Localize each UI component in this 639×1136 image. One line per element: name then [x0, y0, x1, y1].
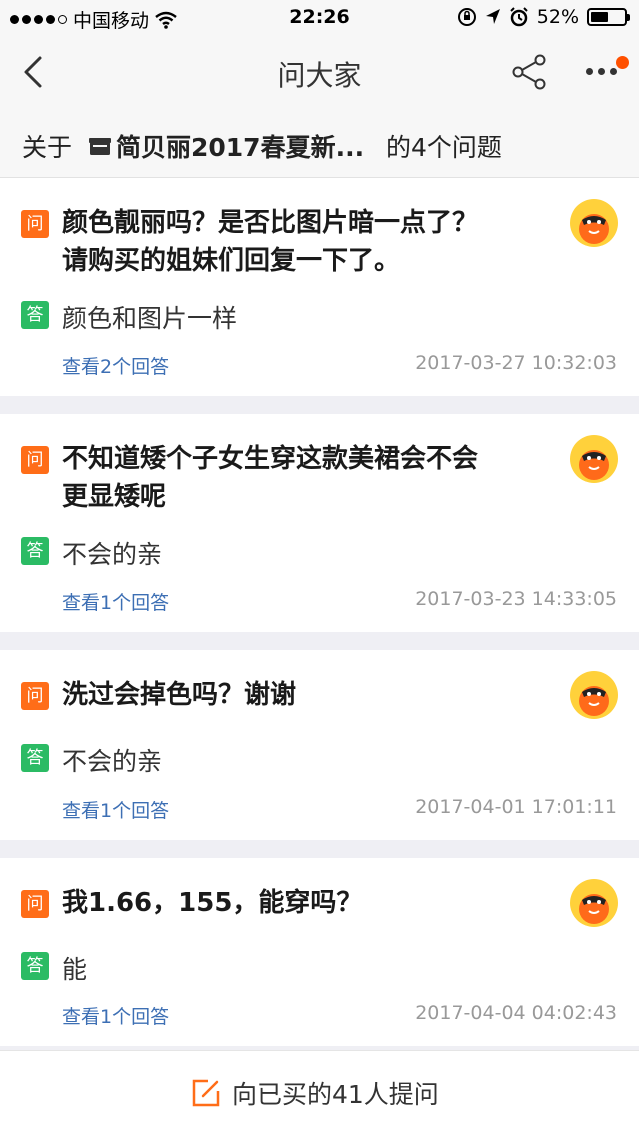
battery-icon	[587, 8, 630, 26]
question-count: 的4个问题	[386, 133, 502, 162]
nav-bar: 问大家	[0, 36, 639, 108]
question-text[interactable]: 我1.66，155，能穿吗？	[62, 884, 502, 922]
store-icon	[89, 138, 111, 155]
answer-text: 不会的亲	[62, 540, 163, 569]
bottom-bar: 向已买的41人提问	[0, 1050, 639, 1136]
view-answers-link[interactable]: 查看1个回答	[62, 1002, 169, 1029]
about-prefix: 关于	[22, 133, 73, 162]
question-card[interactable]: 问 我1.66，155，能穿吗？ 答 能 查看1个回答 2017-04-04 0…	[0, 858, 639, 1046]
rotation-lock-icon	[457, 8, 476, 26]
answer-tag: 答	[21, 744, 49, 772]
question-tag: 问	[21, 210, 49, 238]
question-date: 2017-04-01 17:01:11	[415, 796, 617, 818]
ask-question-button[interactable]: 向已买的41人提问	[190, 1075, 439, 1111]
question-date: 2017-03-27 10:32:03	[415, 352, 617, 374]
avatar-icon	[570, 435, 618, 483]
ask-label: 向已买的41人提问	[232, 1080, 439, 1109]
question-tag: 问	[21, 446, 49, 474]
answer-tag: 答	[21, 301, 49, 329]
alarm-icon	[510, 7, 528, 27]
answer-tag: 答	[21, 537, 49, 565]
avatar-icon	[570, 879, 618, 927]
more-icon	[586, 68, 617, 75]
edit-icon	[192, 1079, 220, 1107]
question-tag: 问	[21, 890, 49, 918]
view-answers-link[interactable]: 查看2个回答	[62, 352, 169, 379]
avatar-icon	[570, 671, 618, 719]
about-bar: 关于 简贝丽2017春夏新... 的4个问题	[0, 108, 639, 178]
battery-percent: 52%	[536, 6, 579, 28]
view-answers-link[interactable]: 查看1个回答	[62, 588, 169, 615]
location-icon	[485, 9, 500, 24]
question-text[interactable]: 洗过会掉色吗？谢谢	[62, 676, 502, 714]
avatar-icon	[570, 199, 618, 247]
view-answers-link[interactable]: 查看1个回答	[62, 796, 169, 823]
more-button[interactable]	[584, 52, 630, 92]
question-date: 2017-03-23 14:33:05	[415, 588, 617, 610]
answer-text: 能	[62, 955, 88, 984]
answer-text: 不会的亲	[62, 747, 163, 776]
answer-text: 颜色和图片一样	[62, 304, 238, 333]
product-name: 简贝丽2017春夏新...	[116, 133, 365, 162]
question-date: 2017-04-04 04:02:43	[415, 1002, 617, 1024]
question-card[interactable]: 问 洗过会掉色吗？谢谢 答 不会的亲 查看1个回答 2017-04-01 17:…	[0, 650, 639, 840]
question-card[interactable]: 问 不知道矮个子女生穿这款美裙会不会更显矮呢 答 不会的亲 查看1个回答 201…	[0, 414, 639, 632]
answer-tag: 答	[21, 952, 49, 980]
question-card[interactable]: 问 颜色靓丽吗？是否比图片暗一点了？请购买的姐妹们回复一下了。 答 颜色和图片一…	[0, 178, 639, 396]
status-right: 52%	[457, 6, 630, 28]
question-text[interactable]: 颜色靓丽吗？是否比图片暗一点了？请购买的姐妹们回复一下了。	[62, 204, 502, 280]
share-icon[interactable]	[510, 54, 548, 90]
status-bar: 中国移动 22:26 52%	[0, 0, 639, 36]
product-link[interactable]: 简贝丽2017春夏新...	[88, 128, 364, 164]
notification-dot	[616, 56, 629, 69]
question-tag: 问	[21, 682, 49, 710]
question-text[interactable]: 不知道矮个子女生穿这款美裙会不会更显矮呢	[62, 440, 502, 516]
